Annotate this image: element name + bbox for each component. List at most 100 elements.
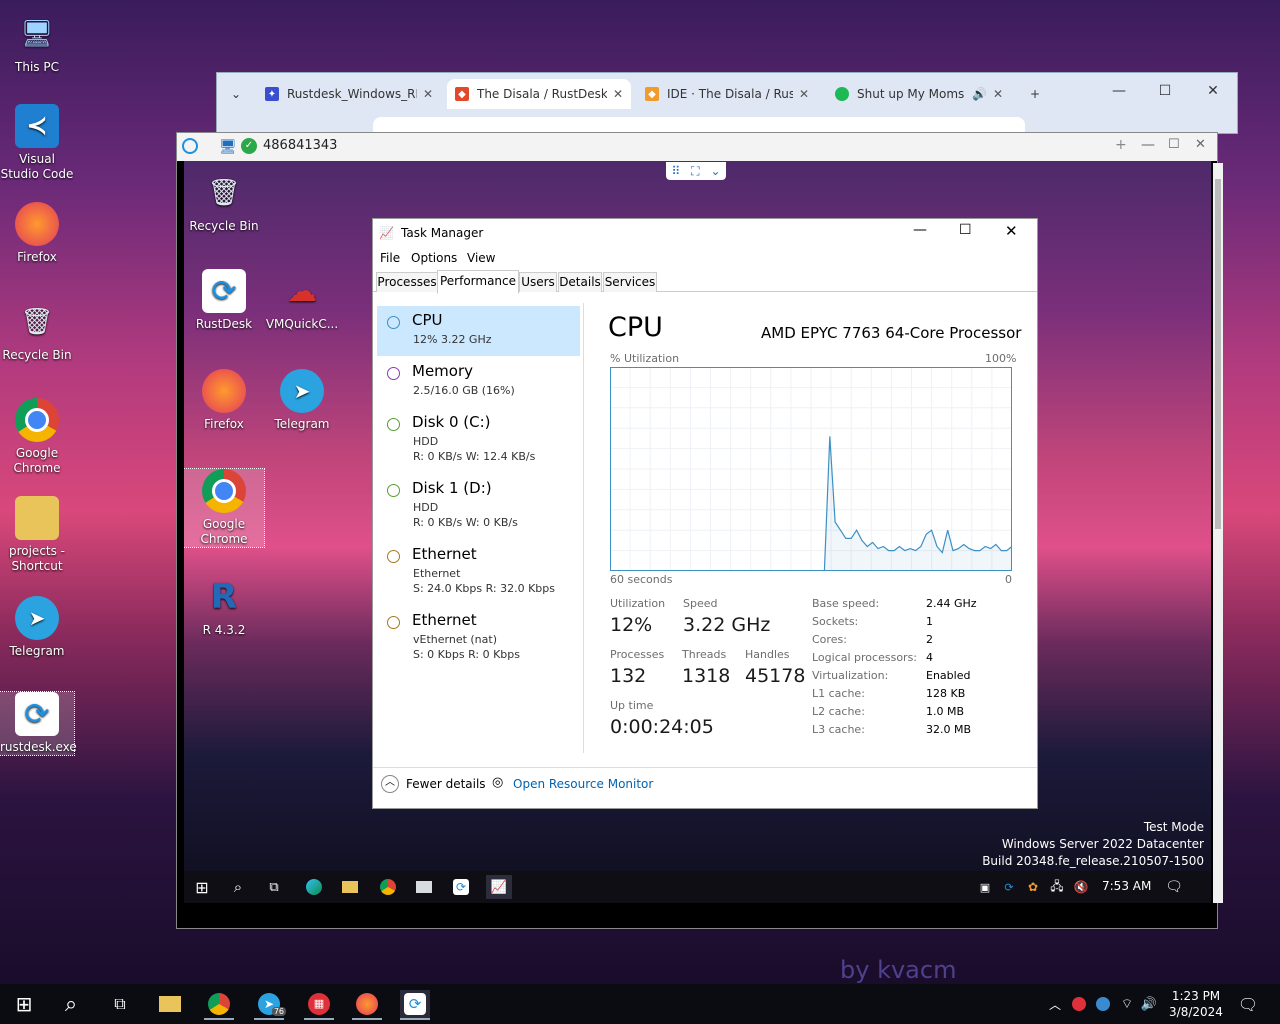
desktop-icon-firefox[interactable]: Firefox	[0, 202, 74, 265]
close-button[interactable]: ✕	[1005, 222, 1018, 240]
tab-list-button[interactable]: ⌄	[223, 79, 249, 109]
remote-desktop[interactable]: ⠿ ⛶ ⌄ 🗑 Recycle Bin ⟳ RustDesk ☁ VMQuick…	[184, 161, 1211, 903]
scrollbar[interactable]	[1213, 163, 1223, 903]
task-manager-icon[interactable]: 📈	[486, 875, 512, 899]
menu-options[interactable]: Options	[411, 251, 457, 265]
minimize-button[interactable]: —	[1105, 83, 1133, 103]
spec-value: 32.0 MB	[926, 723, 972, 736]
close-icon[interactable]: ✕	[613, 87, 623, 101]
remote-toolbar[interactable]: ⠿ ⛶ ⌄	[666, 162, 726, 180]
minimize-button[interactable]: —	[913, 222, 927, 238]
remote-icon-firefox[interactable]: Firefox	[184, 369, 264, 432]
window-title: Task Manager	[401, 226, 484, 240]
vpn-tray-icon[interactable]	[1094, 994, 1112, 1014]
tab-processes[interactable]: Processes	[376, 272, 438, 292]
open-resource-monitor-link[interactable]: Open Resource Monitor	[513, 777, 653, 791]
tab-rustdesk-windows[interactable]: ✦ Rustdesk_Windows_RD ✕	[257, 79, 441, 109]
close-icon[interactable]: ✕	[993, 87, 1003, 101]
remote-clock[interactable]: 7:53 AM	[1102, 879, 1151, 893]
telegram-icon[interactable]: ➤ 76	[254, 990, 286, 1020]
maximize-button[interactable]: ☐	[1168, 137, 1180, 152]
volume-muted-icon[interactable]: 🔇	[1072, 877, 1090, 897]
desktop-icon-recycle-bin[interactable]: 🗑 Recycle Bin	[0, 300, 74, 363]
chrome-icon[interactable]	[204, 990, 234, 1020]
close-button[interactable]: ✕	[1195, 137, 1206, 152]
tab-ide-the-disala[interactable]: ◆ IDE · The Disala / Rust ✕	[637, 79, 817, 109]
menu-file[interactable]: File	[380, 251, 400, 265]
firefox-icon[interactable]	[352, 990, 382, 1020]
close-icon[interactable]: ✕	[423, 87, 433, 101]
remote-icon-r[interactable]: R R 4.3.2	[184, 575, 264, 638]
file-explorer-icon[interactable]	[340, 877, 360, 897]
desktop-icon-rustdesk-exe[interactable]: ⟳ rustdesk.exe	[0, 691, 77, 756]
server-manager-icon[interactable]	[414, 877, 434, 897]
resource-cpu[interactable]: CPU 12% 3.22 GHz	[377, 306, 580, 356]
rustdesk-tray-icon[interactable]: ⟳	[1000, 877, 1018, 897]
resource-ethernet[interactable]: Ethernet Ethernet S: 24.0 Kbps R: 32.0 K…	[377, 540, 580, 604]
remote-icon-chrome[interactable]: Google Chrome	[184, 468, 265, 548]
resource-disk-1[interactable]: Disk 1 (D:) HDD R: 0 KB/s W: 0 KB/s	[377, 474, 580, 538]
chevron-up-icon[interactable]: ︿	[1046, 994, 1064, 1014]
start-icon[interactable]: ⊞	[12, 992, 36, 1016]
anydesk-tray-icon[interactable]	[1070, 994, 1088, 1014]
volume-icon[interactable]: 🔊	[1140, 994, 1158, 1014]
task-view-icon[interactable]: ⧉	[264, 877, 284, 897]
remote-icon-vmquickconfig[interactable]: ☁ VMQuickC...	[262, 269, 342, 332]
tray-icon[interactable]: ▣	[976, 877, 994, 897]
fewer-details-button[interactable]: Fewer details	[406, 777, 486, 791]
task-view-icon[interactable]: ⧉	[108, 992, 132, 1016]
new-session-button[interactable]: +	[1115, 137, 1127, 153]
remote-icon-telegram[interactable]: ➤ Telegram	[262, 369, 342, 432]
anydesk-icon[interactable]: ▦	[304, 990, 334, 1020]
recycle-bin-icon: 🗑	[207, 177, 241, 208]
rustdesk-icon[interactable]: ⟳	[450, 877, 472, 897]
spec-value: 2.44 GHz	[926, 597, 977, 610]
telegram-badge: 76	[271, 1007, 286, 1016]
rustdesk-icon[interactable]: ⟳	[400, 990, 430, 1020]
settings-tray-icon[interactable]: ✿	[1024, 877, 1042, 897]
minimize-button[interactable]: —	[1141, 137, 1155, 153]
tab-the-disala-rustdesk[interactable]: ◆ The Disala / RustDesk_ ✕	[447, 79, 631, 109]
network-icon[interactable]: 🖧	[1048, 877, 1066, 897]
file-explorer-icon[interactable]	[158, 992, 182, 1016]
monitor-icon[interactable]: 🖥	[219, 139, 237, 155]
system-clock[interactable]: 1:23 PM 3/8/2024	[1168, 988, 1224, 1020]
remote-icon-recycle-bin[interactable]: 🗑 Recycle Bin	[184, 171, 264, 234]
menu-view[interactable]: View	[467, 251, 495, 265]
resource-disk-0[interactable]: Disk 0 (C:) HDD R: 0 KB/s W: 12.4 KB/s	[377, 408, 580, 472]
desktop-icon-vscode[interactable]: ≺ Visual Studio Code	[0, 104, 74, 182]
maximize-button[interactable]: ☐	[959, 222, 972, 238]
address-bar[interactable]	[373, 117, 1025, 133]
chrome-icon[interactable]	[378, 877, 398, 897]
chevron-up-icon[interactable]: ︿	[381, 775, 399, 793]
chevron-down-icon[interactable]: ⌄	[710, 164, 720, 178]
tab-details[interactable]: Details	[558, 272, 602, 292]
tab-users[interactable]: Users	[519, 272, 557, 292]
desktop-icon-projects[interactable]: projects - Shortcut	[0, 496, 74, 574]
scrollbar-thumb[interactable]	[1215, 179, 1221, 529]
speed-value: 3.22 GHz	[683, 614, 771, 636]
chevron-down-icon: ⌄	[230, 87, 242, 101]
search-icon[interactable]: ⌕	[58, 992, 84, 1017]
maximize-button[interactable]: ☐	[1151, 83, 1179, 103]
tab-performance[interactable]: Performance	[437, 270, 519, 294]
resource-vethernet[interactable]: Ethernet vEthernet (nat) S: 0 Kbps R: 0 …	[377, 606, 580, 670]
drag-handle-icon[interactable]: ⠿	[671, 164, 680, 178]
resource-memory[interactable]: Memory 2.5/16.0 GB (16%)	[377, 357, 580, 409]
tab-services[interactable]: Services	[603, 272, 657, 292]
notifications-icon[interactable]: 🗨	[1164, 877, 1184, 897]
desktop-icon-telegram[interactable]: ➤ Telegram	[0, 596, 74, 659]
desktop-icon-this-pc[interactable]: 🖥 This PC	[0, 12, 74, 75]
tab-shut-up-my-moms[interactable]: Shut up My Moms 🔊 ✕	[827, 79, 1011, 109]
wifi-icon[interactable]: ⌔	[1118, 994, 1136, 1014]
remote-icon-rustdesk[interactable]: ⟳ RustDesk	[184, 269, 264, 332]
start-icon[interactable]: ⊞	[192, 877, 212, 897]
close-button[interactable]: ✕	[1199, 83, 1227, 103]
close-icon[interactable]: ✕	[799, 87, 809, 101]
desktop-icon-chrome[interactable]: Google Chrome	[0, 398, 74, 476]
notifications-icon[interactable]: 🗨	[1238, 992, 1258, 1016]
edge-icon[interactable]	[304, 877, 324, 897]
fullscreen-icon[interactable]: ⛶	[691, 164, 699, 179]
new-tab-button[interactable]: +	[1021, 79, 1049, 109]
search-icon[interactable]: ⌕	[228, 877, 248, 897]
